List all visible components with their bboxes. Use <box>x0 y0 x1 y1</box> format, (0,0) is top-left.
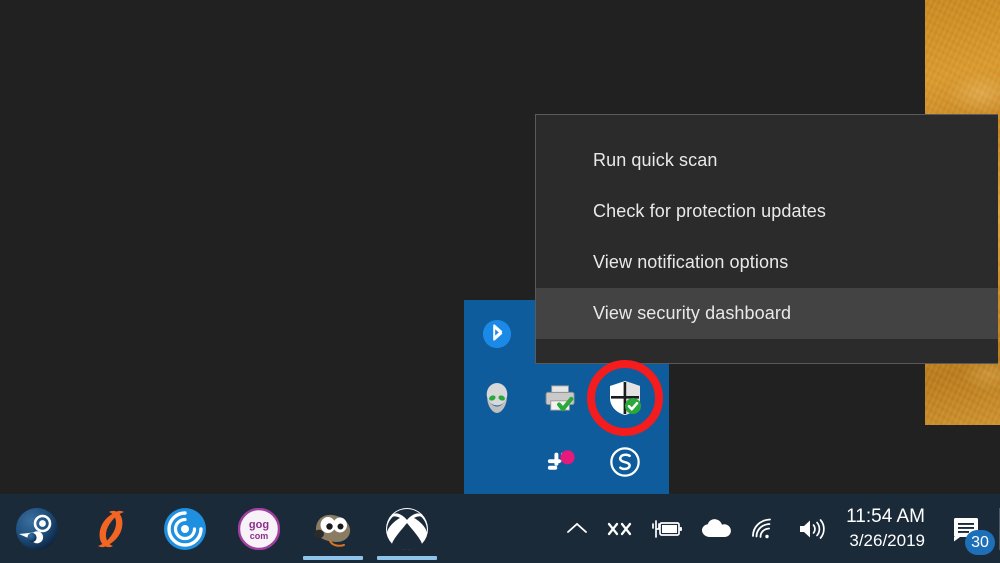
skype-icon[interactable] <box>597 434 653 490</box>
clock-time: 11:54 AM <box>846 506 925 528</box>
menu-item-check-for-protection-updates[interactable]: Check for protection updates <box>536 186 998 237</box>
clock-date: 3/26/2019 <box>849 530 925 550</box>
xsplit-icon[interactable] <box>598 494 642 563</box>
svg-text:gog: gog <box>249 519 269 531</box>
menu-item-run-quick-scan[interactable]: Run quick scan <box>536 135 998 186</box>
action-center-button[interactable]: 30 <box>939 494 995 563</box>
taskbar-app-gimp[interactable] <box>296 494 370 563</box>
taskbar: gog com 11:54 AM 3/26/2019 30 <box>0 494 1000 563</box>
taskbar-app-gog[interactable]: gog com <box>222 494 296 563</box>
taskbar-app-xbox[interactable] <box>370 494 444 563</box>
red-highlight-circle <box>587 360 663 436</box>
wifi-icon[interactable] <box>742 494 788 563</box>
taskbar-clock[interactable]: 11:54 AM 3/26/2019 <box>836 494 939 563</box>
taskbar-app-origin[interactable] <box>74 494 148 563</box>
taskbar-active-indicator <box>303 556 363 560</box>
menu-item-view-notification-options[interactable]: View notification options <box>536 237 998 288</box>
alienware-icon[interactable] <box>469 370 525 426</box>
menu-item-view-security-dashboard[interactable]: View security dashboard <box>536 288 998 339</box>
system-tray: 11:54 AM 3/26/2019 30 <box>556 494 1000 563</box>
onedrive-cloud-icon[interactable] <box>692 494 742 563</box>
taskbar-active-indicator <box>377 556 437 560</box>
show-hidden-icons-chevron[interactable] <box>556 494 598 563</box>
windows-defender-tray-context-menu: Run quick scan Check for protection upda… <box>535 114 998 364</box>
battery-charging-icon[interactable] <box>642 494 692 563</box>
taskbar-app-uplay[interactable] <box>148 494 222 563</box>
printer-icon[interactable] <box>533 370 589 426</box>
svg-text:com: com <box>250 531 269 541</box>
volume-icon[interactable] <box>788 494 836 563</box>
action-center-badge: 30 <box>965 530 995 555</box>
taskbar-app-steam[interactable] <box>0 494 74 563</box>
slack-icon[interactable] <box>533 434 589 490</box>
bluetooth-icon[interactable] <box>469 306 525 362</box>
